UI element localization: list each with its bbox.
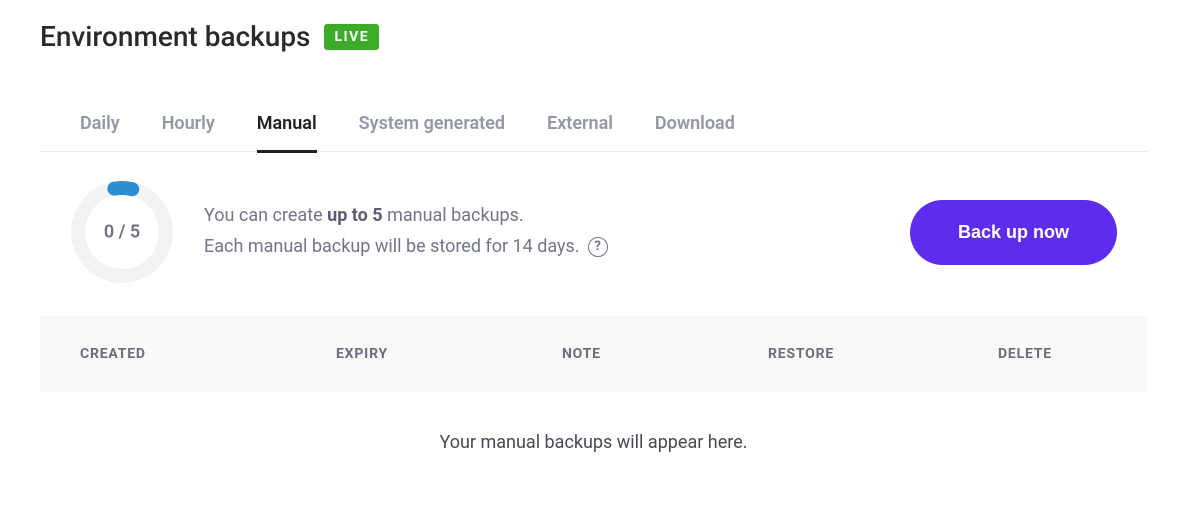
info-line-2: Each manual backup will be stored for 14… — [204, 232, 880, 263]
tabs-bar: Daily Hourly Manual System generated Ext… — [40, 103, 1147, 152]
info-line-1: You can create up to 5 manual backups. — [204, 201, 880, 232]
column-note: NOTE — [562, 346, 768, 362]
column-created: CREATED — [80, 346, 336, 362]
column-delete: DELETE — [998, 346, 1107, 362]
tab-download[interactable]: Download — [655, 103, 735, 153]
info-line2-text: Each manual backup will be stored for 14… — [204, 232, 580, 263]
empty-state-message: Your manual backups will appear here. — [40, 392, 1147, 493]
page-title: Environment backups — [40, 20, 310, 53]
info-line1-bold: up to 5 — [327, 205, 383, 226]
tab-daily[interactable]: Daily — [80, 103, 120, 153]
column-expiry: EXPIRY — [336, 346, 562, 362]
gauge-label: 0 / 5 — [104, 222, 140, 243]
tab-manual[interactable]: Manual — [257, 103, 317, 153]
tab-system-generated[interactable]: System generated — [359, 103, 505, 153]
page-header: Environment backups LIVE — [40, 20, 1147, 53]
info-text: You can create up to 5 manual backups. E… — [204, 201, 880, 262]
tab-hourly[interactable]: Hourly — [162, 103, 215, 153]
info-line1-suffix: manual backups. — [383, 205, 524, 226]
live-badge: LIVE — [324, 24, 379, 50]
backup-usage-gauge: 0 / 5 — [70, 180, 174, 284]
backups-table-header: CREATED EXPIRY NOTE RESTORE DELETE — [40, 316, 1147, 392]
manual-backup-info: 0 / 5 You can create up to 5 manual back… — [40, 152, 1147, 316]
column-restore: RESTORE — [768, 346, 998, 362]
backup-now-button[interactable]: Back up now — [910, 200, 1117, 265]
info-line1-prefix: You can create — [204, 205, 327, 226]
help-icon[interactable]: ? — [588, 237, 608, 257]
tab-external[interactable]: External — [547, 103, 613, 153]
